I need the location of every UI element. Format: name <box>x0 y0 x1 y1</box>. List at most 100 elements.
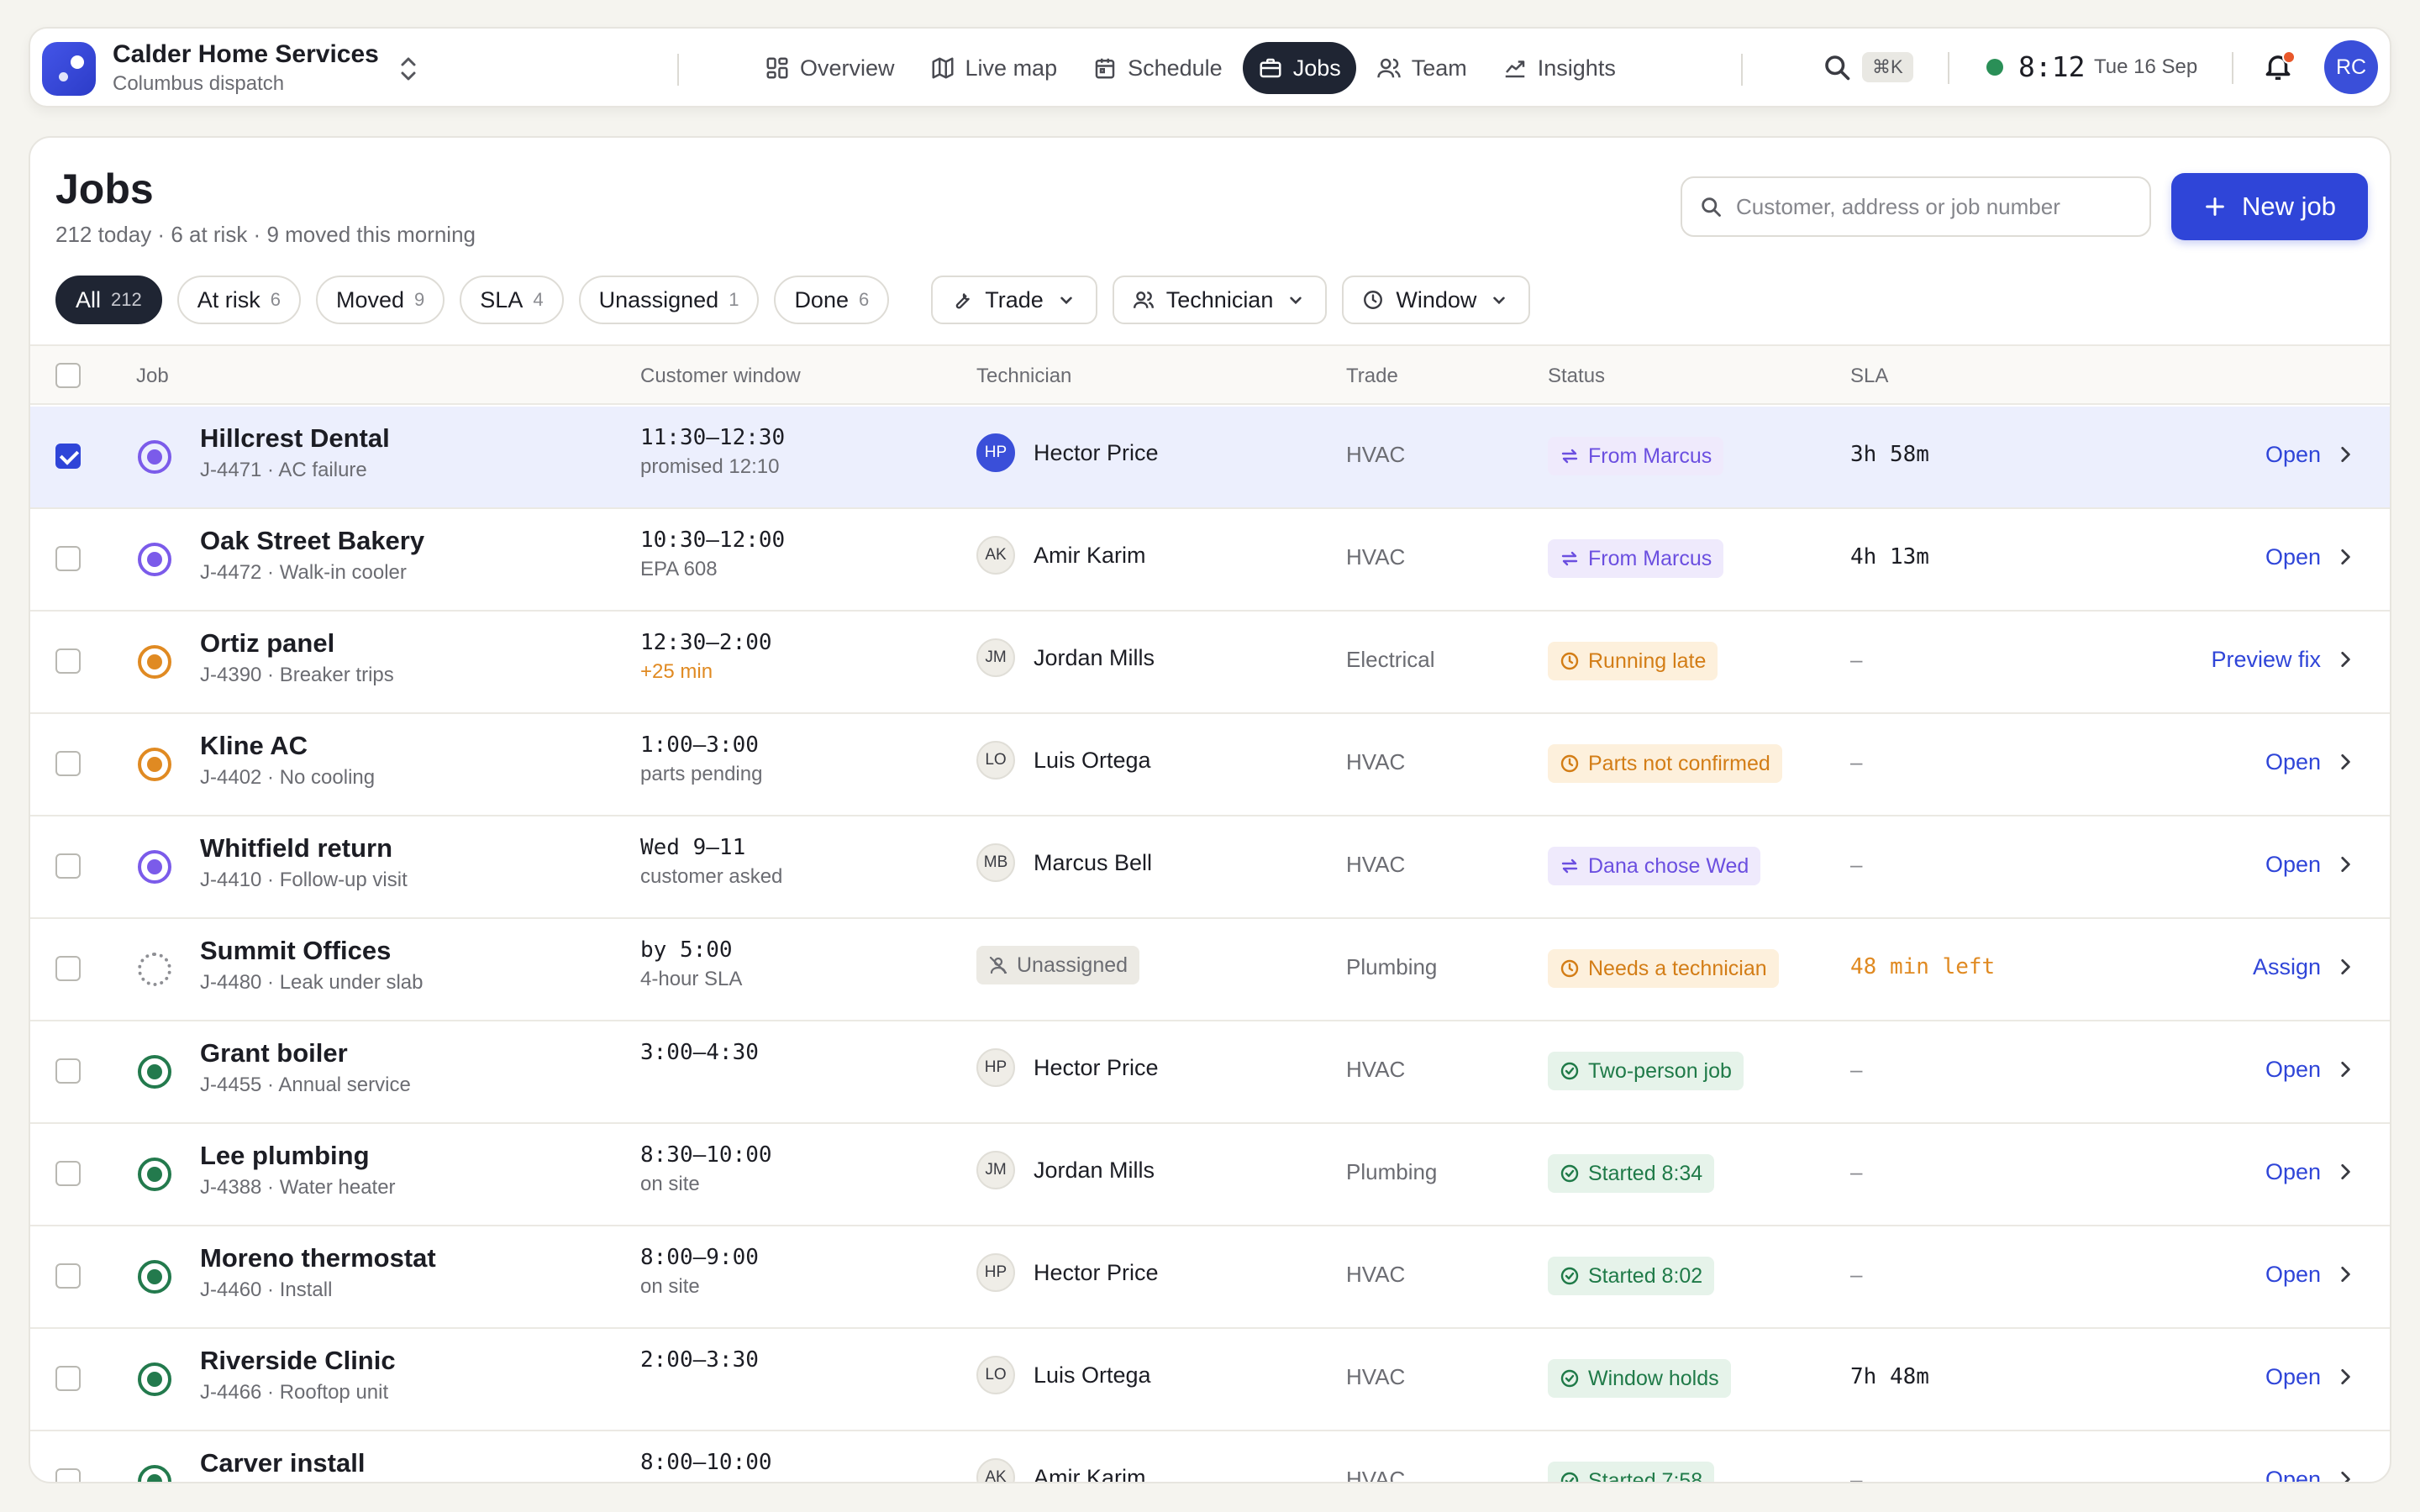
row-action-link[interactable]: Open <box>2265 1057 2321 1083</box>
new-job-button[interactable]: New job <box>2171 173 2368 240</box>
table-row[interactable]: Riverside Clinic J-4466 · Rooftop unit 2… <box>30 1329 2390 1431</box>
nav-insights[interactable]: Insights <box>1487 42 1631 94</box>
chip-unassigned[interactable]: Unassigned 1 <box>578 276 760 324</box>
table-row[interactable]: Lee plumbing J-4388 · Water heater 8:30–… <box>30 1124 2390 1226</box>
job-meta: J-4460 · Install <box>200 1278 333 1301</box>
row-checkbox[interactable] <box>55 956 81 981</box>
job-name[interactable]: Kline AC <box>200 731 308 761</box>
trade: HVAC <box>1346 1467 1406 1483</box>
table-row[interactable]: Moreno thermostat J-4460 · Install 8:00–… <box>30 1226 2390 1329</box>
row-checkbox[interactable] <box>55 1468 81 1482</box>
filter-trade[interactable]: Trade <box>931 276 1097 324</box>
nav-team[interactable]: Team <box>1361 42 1482 94</box>
job-name[interactable]: Oak Street Bakery <box>200 526 424 556</box>
chevron-right-icon[interactable] <box>2334 1058 2356 1080</box>
chevron-right-icon[interactable] <box>2334 1366 2356 1388</box>
chevron-right-icon[interactable] <box>2334 648 2356 670</box>
row-action-link[interactable]: Open <box>2265 1467 2321 1482</box>
row-action-link[interactable]: Open <box>2265 852 2321 878</box>
row-action-link[interactable]: Open <box>2265 544 2321 570</box>
chevron-right-icon[interactable] <box>2334 444 2356 465</box>
search-input[interactable] <box>1736 193 2123 220</box>
status-label: Started 8:02 <box>1588 1263 1703 1288</box>
column-trade[interactable]: Trade <box>1346 365 1398 388</box>
chevron-right-icon[interactable] <box>2334 1161 2356 1183</box>
chip-label: All <box>76 286 102 312</box>
chevron-updown-icon[interactable] <box>397 52 420 86</box>
nav-schedule[interactable]: Schedule <box>1077 42 1238 94</box>
chip-sla[interactable]: SLA 4 <box>460 276 564 324</box>
chip-all[interactable]: All 212 <box>55 276 162 324</box>
sla-value: 4h 13m <box>1850 544 1929 570</box>
row-action-link[interactable]: Open <box>2265 1262 2321 1288</box>
sla-value: – <box>1850 1057 1863 1082</box>
row-checkbox[interactable] <box>55 1263 81 1289</box>
row-action-link[interactable]: Open <box>2265 442 2321 468</box>
job-name[interactable]: Carver install <box>200 1448 365 1478</box>
select-all-checkbox[interactable] <box>55 363 81 388</box>
nav-live-map[interactable]: Live map <box>915 42 1073 94</box>
job-name[interactable]: Lee plumbing <box>200 1141 370 1171</box>
nav-jobs[interactable]: Jobs <box>1242 42 1356 94</box>
window-time: 3:00–4:30 <box>640 1040 759 1065</box>
chip-done[interactable]: Done 6 <box>774 276 890 324</box>
row-checkbox[interactable] <box>55 1366 81 1391</box>
table-row[interactable]: Kline AC J-4402 · No cooling 1:00–3:00 p… <box>30 714 2390 816</box>
unassigned-badge[interactable]: Unassigned <box>976 946 1140 984</box>
table-row[interactable]: Summit Offices J-4480 · Leak under slab … <box>30 919 2390 1021</box>
job-name[interactable]: Grant boiler <box>200 1038 348 1068</box>
chevron-right-icon[interactable] <box>2334 853 2356 875</box>
nav-overview[interactable]: Overview <box>750 42 910 94</box>
row-checkbox[interactable] <box>55 1058 81 1084</box>
job-name[interactable]: Hillcrest Dental <box>200 423 390 454</box>
table-row[interactable]: Grant boiler J-4455 · Annual service 3:0… <box>30 1021 2390 1124</box>
table-row[interactable]: Oak Street Bakery J-4472 · Walk-in coole… <box>30 509 2390 612</box>
row-checkbox[interactable] <box>55 853 81 879</box>
row-checkbox[interactable] <box>55 1161 81 1186</box>
chevron-right-icon[interactable] <box>2334 1468 2356 1483</box>
job-name[interactable]: Ortiz panel <box>200 628 334 659</box>
job-name[interactable]: Moreno thermostat <box>200 1243 436 1273</box>
row-action-link[interactable]: Open <box>2265 1159 2321 1185</box>
nav-label: Insights <box>1537 55 1616 81</box>
job-search[interactable] <box>1681 176 2151 237</box>
row-action-link[interactable]: Open <box>2265 1364 2321 1390</box>
column-job[interactable]: Job <box>136 365 169 388</box>
column-window[interactable]: Customer window <box>640 365 801 388</box>
job-name[interactable]: Whitfield return <box>200 833 392 864</box>
row-checkbox[interactable] <box>55 648 81 674</box>
chevron-right-icon[interactable] <box>2334 751 2356 773</box>
search-icon[interactable] <box>1822 52 1852 82</box>
chevron-right-icon[interactable] <box>2334 1263 2356 1285</box>
table-row[interactable]: Whitfield return J-4410 · Follow-up visi… <box>30 816 2390 919</box>
shortcut-hint: ⌘K <box>1862 52 1913 82</box>
table-row[interactable]: Carver install J-4441 · New furnace 8:00… <box>30 1431 2390 1483</box>
column-technician[interactable]: Technician <box>976 365 1071 388</box>
column-sla[interactable]: SLA <box>1850 365 1888 388</box>
window-note: on site <box>640 1173 700 1195</box>
row-checkbox[interactable] <box>55 444 81 469</box>
chevron-right-icon[interactable] <box>2334 956 2356 978</box>
column-status[interactable]: Status <box>1548 365 1605 388</box>
filter-technician[interactable]: Technician <box>1112 276 1328 324</box>
chip-moved[interactable]: Moved 9 <box>316 276 445 324</box>
table-row[interactable]: Hillcrest Dental J-4471 · AC failure 11:… <box>30 407 2390 509</box>
row-action-link[interactable]: Preview fix <box>2211 647 2321 673</box>
job-meta: J-4455 · Annual service <box>200 1074 411 1096</box>
job-name[interactable]: Summit Offices <box>200 936 391 966</box>
table-row[interactable]: Ortiz panel J-4390 · Breaker trips 12:30… <box>30 612 2390 714</box>
technician-name: Amir Karim <box>1034 543 1146 568</box>
window-time: 1:00–3:00 <box>640 732 759 758</box>
user-avatar[interactable]: RC <box>2324 40 2378 94</box>
chevron-right-icon[interactable] <box>2334 546 2356 568</box>
row-checkbox[interactable] <box>55 751 81 776</box>
brand-logo[interactable] <box>42 42 96 96</box>
row-action-link[interactable]: Assign <box>2253 954 2321 980</box>
chip-at-risk[interactable]: At risk 6 <box>176 276 301 324</box>
filter-window[interactable]: Window <box>1342 276 1531 324</box>
technician-avatar: LO <box>976 1356 1015 1394</box>
job-name[interactable]: Riverside Clinic <box>200 1346 396 1376</box>
row-checkbox[interactable] <box>55 546 81 571</box>
window-note: promised 12:10 <box>640 455 780 478</box>
row-action-link[interactable]: Open <box>2265 749 2321 775</box>
